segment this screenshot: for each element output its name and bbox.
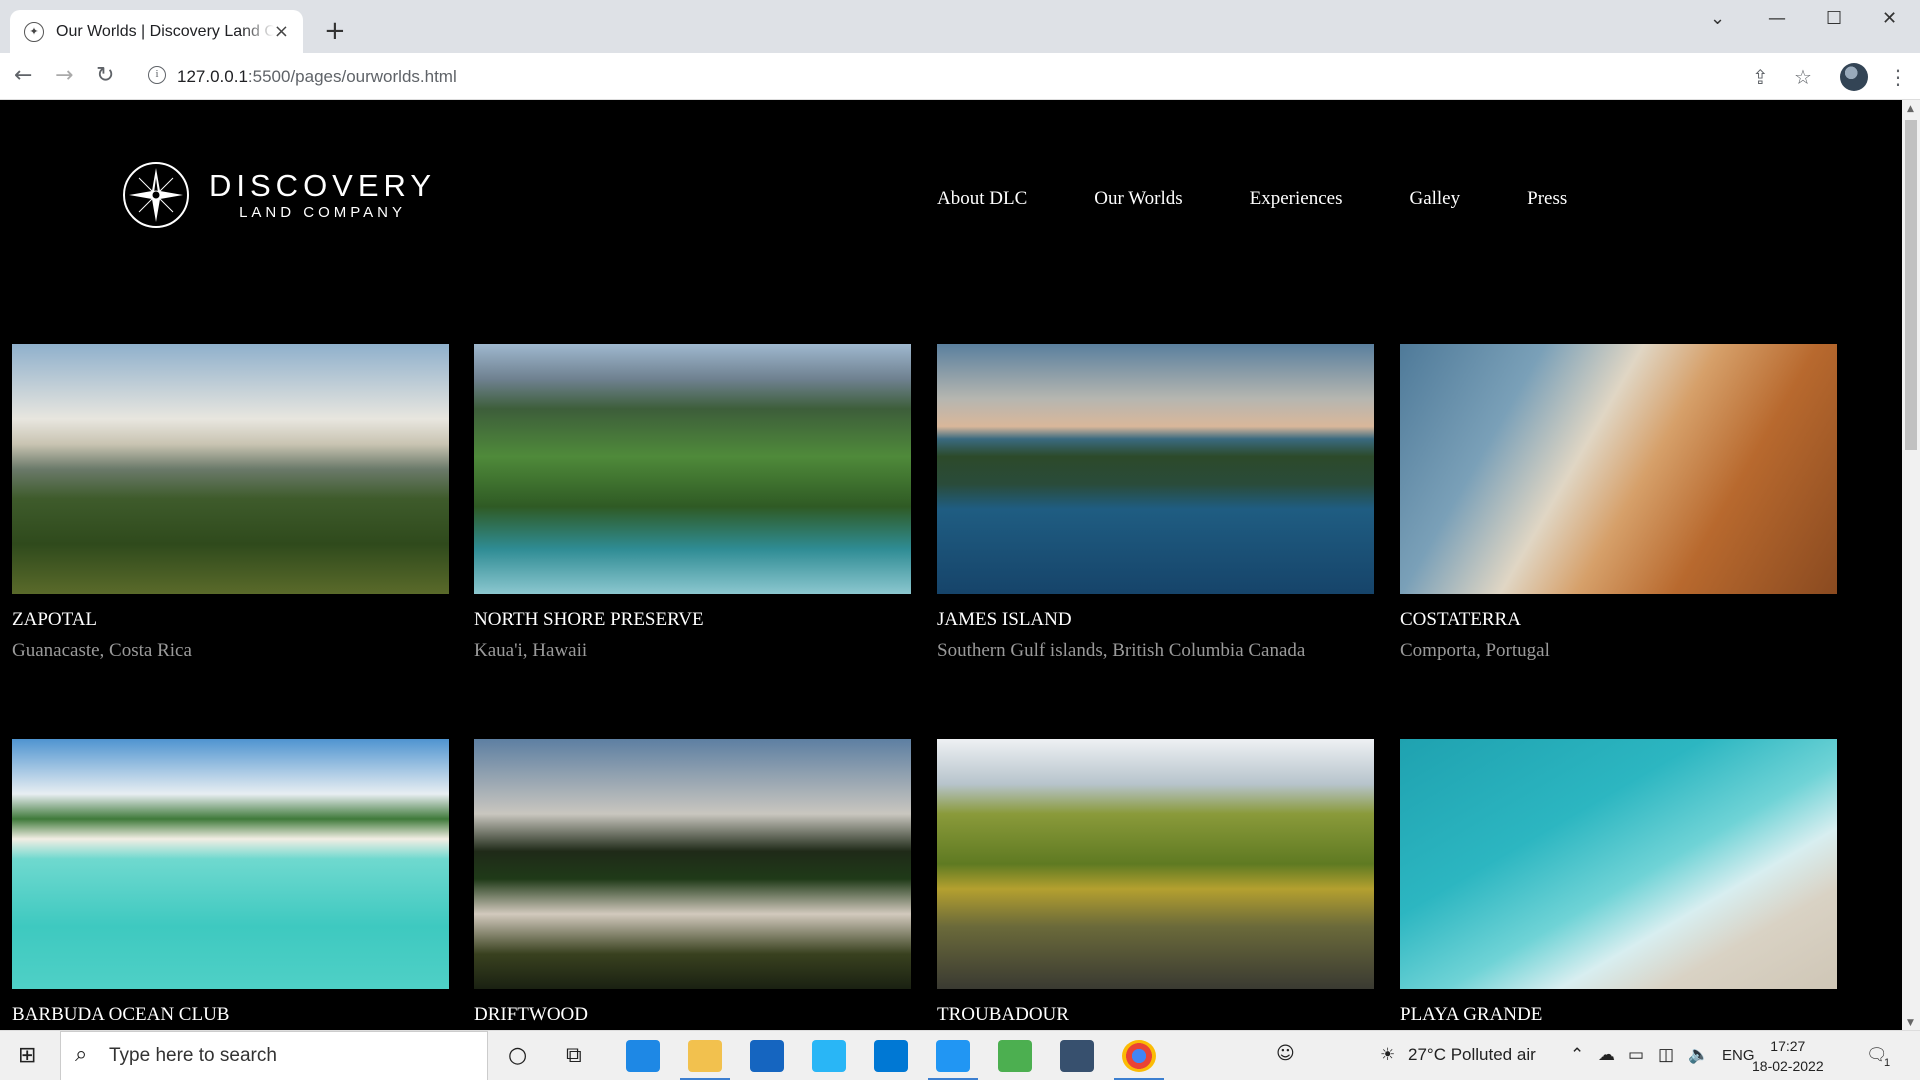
clock-time: 17:27 bbox=[1770, 1038, 1806, 1054]
card-location: Kaua'i, Hawaii bbox=[474, 640, 588, 661]
world-card-zapotal[interactable]: ZAPOTAL Guanacaste, Costa Rica bbox=[12, 344, 449, 662]
search-icon: ⌕ bbox=[75, 1042, 88, 1067]
mysql-workbench-icon[interactable] bbox=[1060, 1040, 1094, 1072]
forward-arrow-icon[interactable]: → bbox=[55, 63, 73, 88]
logo-subtitle: LAND COMPANY bbox=[239, 203, 406, 221]
browser-tab-strip: ✦ Our Worlds | Discovery Land Company × … bbox=[0, 0, 1920, 53]
page-scrollbar[interactable]: ▲ ▼ bbox=[1902, 100, 1920, 1030]
url-text: 127.0.0.1:5500/pages/ourworlds.html bbox=[177, 67, 457, 87]
card-location: Southern Gulf islands, British Columbia … bbox=[937, 640, 1306, 661]
taskbar-clock[interactable]: 17:27 18-02-2022 bbox=[1752, 1036, 1824, 1076]
volume-icon[interactable]: 🔈 bbox=[1688, 1045, 1709, 1065]
card-title[interactable]: PLAYA GRANDE bbox=[1400, 1004, 1837, 1026]
compass-favicon-icon: ✦ bbox=[24, 21, 44, 42]
chrome-icon[interactable] bbox=[1114, 1040, 1164, 1080]
world-card-barbuda-ocean-club[interactable]: BARBUDA OCEAN CLUB bbox=[12, 739, 449, 1030]
world-card-north-shore-preserve[interactable]: NORTH SHORE PRESERVE Kaua'i, Hawaii bbox=[474, 344, 911, 662]
show-hidden-icons-icon[interactable]: ⌃ bbox=[1570, 1045, 1584, 1065]
tab-title: Our Worlds | Discovery Land Company bbox=[56, 22, 274, 40]
barbuda-ocean-club-photo[interactable] bbox=[12, 739, 449, 989]
page-viewport: DISCOVERY LAND COMPANY About DLC Our Wor… bbox=[0, 100, 1902, 1030]
weather-icon[interactable]: ☀ bbox=[1380, 1045, 1395, 1065]
card-title[interactable]: COSTATERRA bbox=[1400, 609, 1837, 631]
search-placeholder: Type here to search bbox=[109, 1045, 277, 1066]
costaterra-photo[interactable] bbox=[1400, 344, 1837, 594]
card-location: Guanacaste, Costa Rica bbox=[12, 640, 192, 661]
address-bar[interactable]: i 127.0.0.1:5500/pages/ourworlds.html bbox=[140, 61, 1780, 93]
internet-explorer-icon[interactable] bbox=[626, 1040, 660, 1072]
weather-text[interactable]: 27°C Polluted air bbox=[1408, 1045, 1536, 1065]
logo-wordmark: DISCOVERY bbox=[209, 167, 437, 203]
windows-start-icon[interactable]: ⊞ bbox=[18, 1043, 36, 1068]
file-explorer-icon[interactable] bbox=[680, 1040, 730, 1080]
playa-grande-photo[interactable] bbox=[1400, 739, 1837, 989]
browser-tab[interactable]: ✦ Our Worlds | Discovery Land Company × bbox=[10, 10, 303, 53]
minimize-icon[interactable]: — bbox=[1768, 8, 1786, 29]
troubadour-photo[interactable] bbox=[937, 739, 1374, 989]
back-arrow-icon[interactable]: ← bbox=[14, 63, 32, 88]
james-island-photo[interactable] bbox=[937, 344, 1374, 594]
card-title[interactable]: NORTH SHORE PRESERVE bbox=[474, 609, 911, 631]
nav-galley[interactable]: Galley bbox=[1409, 188, 1460, 210]
url-path: :5500/pages/ourworlds.html bbox=[247, 67, 457, 86]
world-card-james-island[interactable]: JAMES ISLAND Southern Gulf islands, Brit… bbox=[937, 344, 1374, 662]
profile-avatar[interactable] bbox=[1840, 63, 1868, 91]
driftwood-photo[interactable] bbox=[474, 739, 911, 989]
share-icon[interactable]: ⇪ bbox=[1752, 65, 1769, 89]
world-card-playa-grande[interactable]: PLAYA GRANDE bbox=[1400, 739, 1837, 1030]
notification-count-badge: 1 bbox=[1884, 1057, 1891, 1069]
world-card-driftwood[interactable]: DRIFTWOOD bbox=[474, 739, 911, 1030]
onedrive-icon[interactable]: ☁ bbox=[1598, 1045, 1615, 1065]
card-location: Comporta, Portugal bbox=[1400, 640, 1550, 661]
maximize-icon[interactable]: ☐ bbox=[1826, 8, 1842, 29]
mail-icon[interactable] bbox=[750, 1040, 784, 1072]
site-logo[interactable]: DISCOVERY LAND COMPANY bbox=[123, 162, 436, 228]
green-app-icon[interactable] bbox=[998, 1040, 1032, 1072]
vscode-icon[interactable] bbox=[928, 1040, 978, 1080]
task-view-icon[interactable]: ⧉ bbox=[566, 1043, 582, 1068]
clock-date: 18-02-2022 bbox=[1752, 1058, 1824, 1074]
reload-icon[interactable]: ↻ bbox=[96, 63, 114, 88]
nav-press[interactable]: Press bbox=[1527, 188, 1567, 210]
new-tab-button[interactable]: + bbox=[324, 16, 346, 46]
browser-menu-icon[interactable]: ⋮ bbox=[1888, 65, 1908, 89]
compass-logo-icon bbox=[123, 162, 189, 228]
card-title[interactable]: BARBUDA OCEAN CLUB bbox=[12, 1004, 449, 1026]
windows-taskbar: ⊞ ⌕ Type here to search ○ ⧉ ☺ ☀ 27°C Pol… bbox=[0, 1030, 1920, 1080]
language-indicator[interactable]: ENG bbox=[1722, 1047, 1755, 1064]
site-info-icon[interactable]: i bbox=[148, 66, 166, 84]
network-icon[interactable]: ◫ bbox=[1658, 1045, 1674, 1065]
world-card-costaterra[interactable]: COSTATERRA Comporta, Portugal bbox=[1400, 344, 1837, 662]
tab-search-chevron-icon[interactable]: ⌄ bbox=[1710, 8, 1725, 29]
browser-toolbar: ← → ↻ i 127.0.0.1:5500/pages/ourworlds.h… bbox=[0, 53, 1920, 100]
tab-close-icon[interactable]: × bbox=[274, 21, 289, 42]
scroll-down-arrow-icon[interactable]: ▼ bbox=[1907, 1018, 1914, 1028]
l-app-icon[interactable] bbox=[812, 1040, 846, 1072]
card-title[interactable]: TROUBADOUR bbox=[937, 1004, 1374, 1026]
zapotal-photo[interactable] bbox=[12, 344, 449, 594]
taskbar-search-box[interactable]: ⌕ Type here to search bbox=[60, 1031, 488, 1080]
cortana-icon[interactable]: ○ bbox=[508, 1043, 527, 1068]
nav-our-worlds[interactable]: Our Worlds bbox=[1094, 188, 1182, 210]
scroll-up-arrow-icon[interactable]: ▲ bbox=[1907, 104, 1914, 114]
card-title[interactable]: ZAPOTAL bbox=[12, 609, 449, 631]
nav-about-dlc[interactable]: About DLC bbox=[937, 188, 1027, 210]
north-shore-preserve-photo[interactable] bbox=[474, 344, 911, 594]
world-card-troubadour[interactable]: TROUBADOUR bbox=[937, 739, 1374, 1030]
url-host: 127.0.0.1 bbox=[177, 67, 248, 86]
nav-experiences[interactable]: Experiences bbox=[1250, 188, 1343, 210]
scrollbar-thumb[interactable] bbox=[1905, 120, 1917, 450]
bookmark-star-icon[interactable]: ☆ bbox=[1794, 65, 1812, 89]
main-nav: About DLC Our Worlds Experiences Galley … bbox=[937, 188, 1634, 210]
people-icon[interactable]: ☺ bbox=[1276, 1043, 1295, 1064]
card-title[interactable]: JAMES ISLAND bbox=[937, 609, 1374, 631]
close-window-icon[interactable]: ✕ bbox=[1882, 8, 1897, 29]
outlook-icon[interactable] bbox=[874, 1040, 908, 1072]
card-title[interactable]: DRIFTWOOD bbox=[474, 1004, 911, 1026]
battery-icon[interactable]: ▭ bbox=[1628, 1045, 1644, 1065]
